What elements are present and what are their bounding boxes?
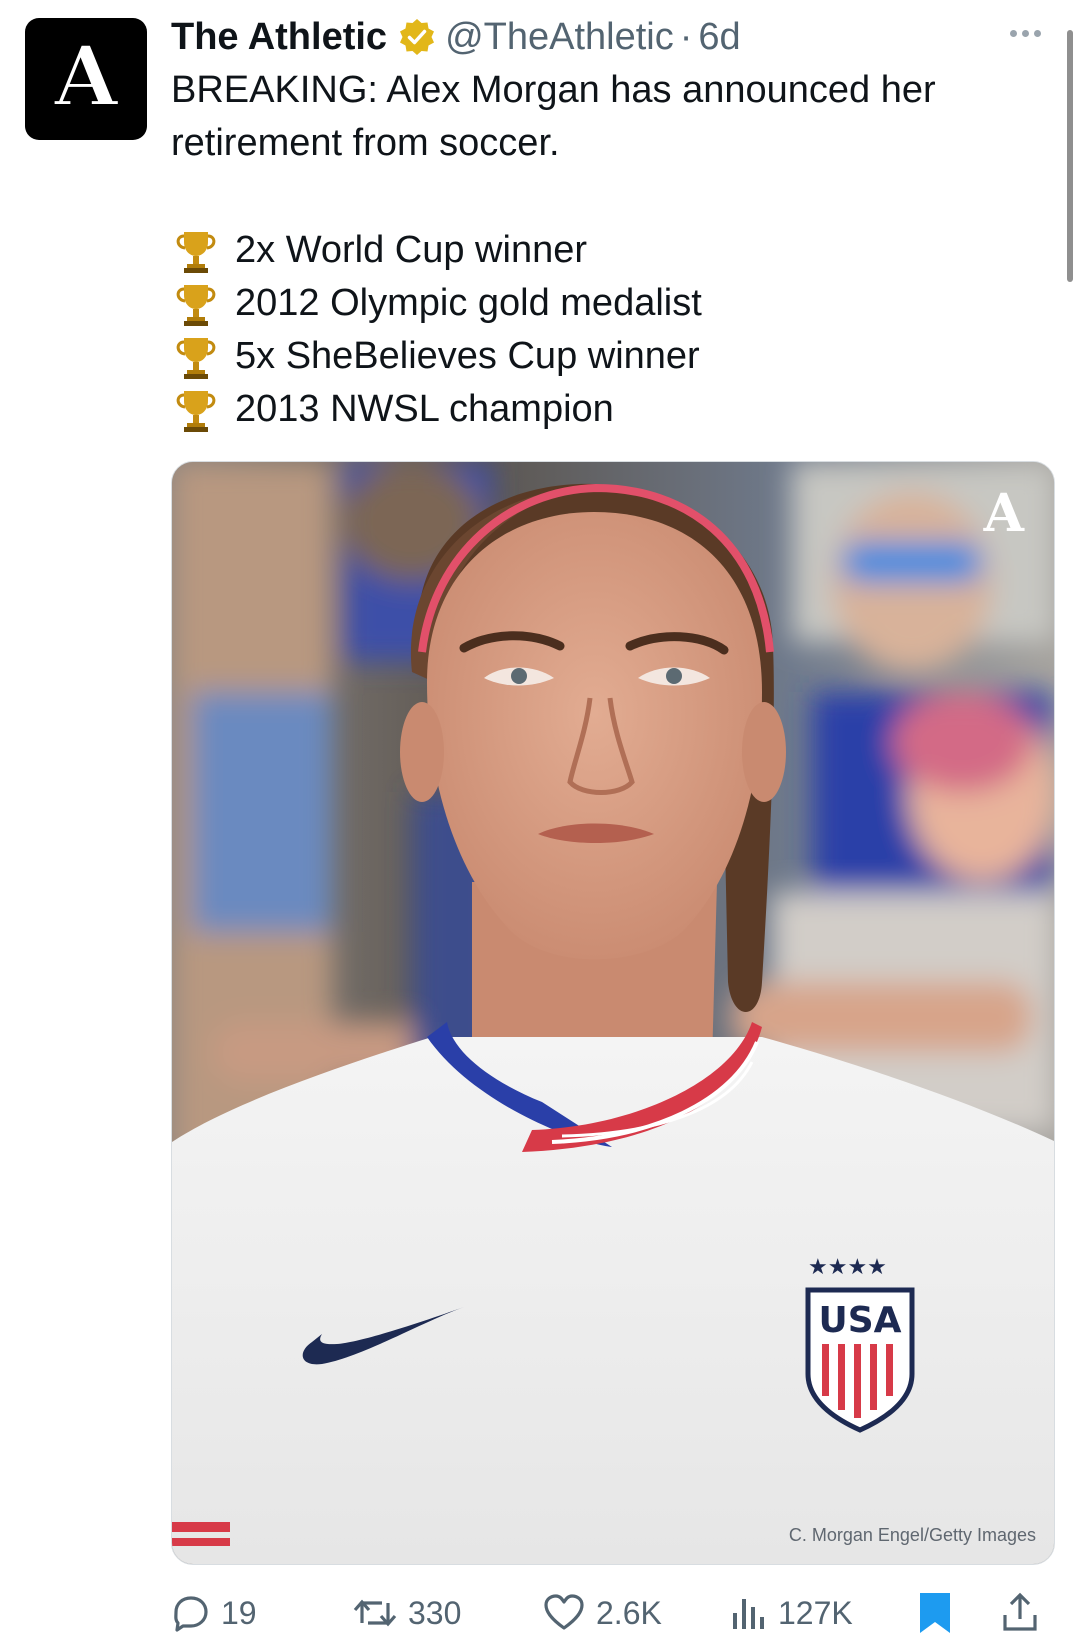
- tweet-text-line: retirement from soccer.: [171, 122, 560, 164]
- scrollbar[interactable]: [1067, 30, 1073, 282]
- tweet-text: BREAKING: Alex Morgan has announced her …: [171, 64, 1011, 170]
- tweet-timestamp[interactable]: 6d: [698, 16, 740, 59]
- player-portrait-illustration: ★★★★ USA: [172, 462, 1054, 1564]
- like-button[interactable]: 2.6K: [542, 1588, 662, 1638]
- more-options-icon[interactable]: [1010, 30, 1041, 37]
- trophy-icon: [176, 284, 216, 326]
- crest-badge-text: USA: [818, 1300, 901, 1341]
- trophy-icon: [176, 231, 216, 273]
- achievement-item: 2013 NWSL champion: [171, 383, 702, 436]
- tweet-photo[interactable]: ★★★★ USA A C. Morgan Engel/Getty Images: [171, 461, 1055, 1565]
- author-avatar[interactable]: A: [25, 18, 147, 140]
- tweet-header: The Athletic @TheAthletic · 6d: [171, 12, 741, 62]
- bookmark-icon: [920, 1593, 950, 1633]
- repost-button[interactable]: 330: [352, 1588, 461, 1638]
- athletic-logo: A: [53, 29, 119, 125]
- svg-text:★★★★: ★★★★: [808, 1255, 887, 1280]
- bookmark-button[interactable]: [918, 1588, 962, 1638]
- author-handle[interactable]: @TheAthletic: [445, 16, 674, 59]
- like-count: 2.6K: [596, 1594, 662, 1631]
- reply-icon: [174, 1596, 208, 1632]
- author-name[interactable]: The Athletic: [171, 16, 387, 59]
- separator-dot: ·: [679, 15, 693, 58]
- views-count: 127K: [778, 1594, 853, 1631]
- achievement-item: 2012 Olympic gold medalist: [171, 277, 702, 330]
- achievement-text: 2013 NWSL champion: [235, 388, 614, 430]
- heart-icon: [544, 1594, 584, 1630]
- reply-button[interactable]: 19: [171, 1588, 257, 1638]
- achievement-text: 5x SheBelieves Cup winner: [235, 335, 700, 377]
- share-icon: [1003, 1592, 1037, 1631]
- views-button[interactable]: 127K: [728, 1588, 853, 1638]
- views-chart-icon: [733, 1599, 764, 1629]
- trophy-icon: [176, 390, 216, 432]
- achievement-item: 5x SheBelieves Cup winner: [171, 330, 702, 383]
- tweet-action-bar: 19 330 2.6K 127K: [0, 1588, 1080, 1638]
- achievement-text: 2012 Olympic gold medalist: [235, 282, 702, 324]
- photo-watermark-logo: A: [983, 483, 1024, 544]
- trophy-icon: [176, 337, 216, 379]
- repost-icon: [353, 1599, 397, 1627]
- verified-badge-icon[interactable]: [397, 17, 437, 57]
- repost-count: 330: [408, 1594, 462, 1631]
- reply-count: 19: [221, 1594, 257, 1631]
- tweet-text-line: BREAKING: Alex Morgan has announced her: [171, 69, 936, 111]
- share-button[interactable]: [1000, 1588, 1050, 1638]
- achievement-item: 2x World Cup winner: [171, 224, 702, 277]
- achievement-text: 2x World Cup winner: [235, 229, 588, 271]
- achievement-list: 2x World Cup winner 2012 Olympic gold me…: [171, 224, 702, 436]
- photo-credit: C. Morgan Engel/Getty Images: [788, 1525, 1036, 1545]
